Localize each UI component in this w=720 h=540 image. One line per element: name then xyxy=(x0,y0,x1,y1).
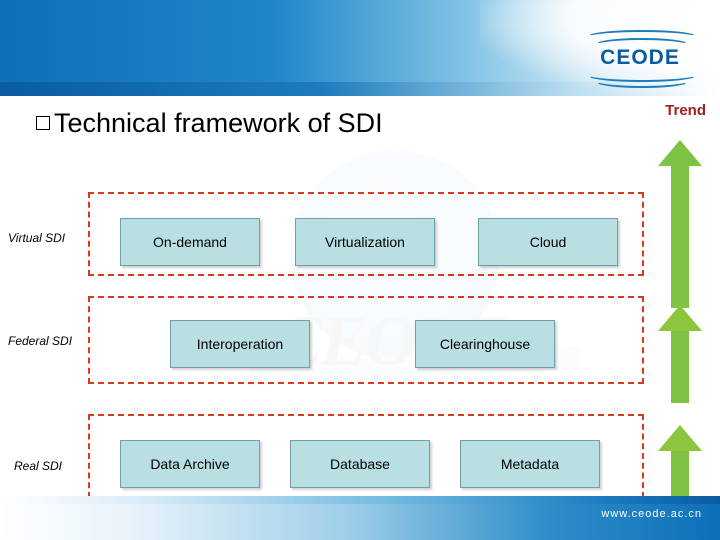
trend-arrow-top xyxy=(658,140,702,308)
row-label-real-sdi: Real SDI xyxy=(14,459,63,473)
trend-arrow-top-shaft xyxy=(671,166,689,308)
item-clearinghouse[interactable]: Clearinghouse xyxy=(415,320,555,368)
footer-band-accent xyxy=(0,496,720,504)
footer-url: www.ceode.ac.cn xyxy=(601,508,702,520)
trend-arrow-middle xyxy=(658,305,702,403)
item-interoperation[interactable]: Interoperation xyxy=(170,320,310,368)
item-cloud[interactable]: Cloud xyxy=(478,218,618,266)
logo-arc-bottom-inner xyxy=(594,74,690,88)
page-title-text: Technical framework of SDI xyxy=(54,108,383,138)
item-database[interactable]: Database xyxy=(290,440,430,488)
page-title: Technical framework of SDI xyxy=(36,108,383,139)
row-label-federal-sdi: Federal SDI xyxy=(8,334,73,348)
item-metadata[interactable]: Metadata xyxy=(460,440,600,488)
item-virtualization[interactable]: Virtualization xyxy=(295,218,435,266)
item-on-demand[interactable]: On-demand xyxy=(120,218,260,266)
item-data-archive[interactable]: Data Archive xyxy=(120,440,260,488)
trend-arrow-middle-shaft xyxy=(671,331,689,403)
trend-label: Trend xyxy=(665,102,706,119)
slide-root: CEODE CEODE Technical framework of SDI T… xyxy=(0,0,720,540)
logo-text: CEODE xyxy=(600,46,680,69)
square-bullet-icon xyxy=(36,116,50,130)
trend-arrow-middle-head xyxy=(658,305,702,331)
trend-arrow-top-head xyxy=(658,140,702,166)
row-label-virtual-sdi: Virtual SDI xyxy=(8,231,66,245)
trend-arrow-bottom-head xyxy=(658,425,702,451)
ceode-logo: CEODE xyxy=(576,28,704,88)
